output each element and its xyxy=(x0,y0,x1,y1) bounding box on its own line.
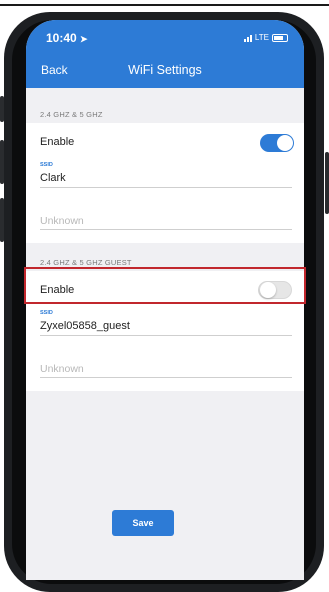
page-title: WiFi Settings xyxy=(128,63,202,77)
mute-switch xyxy=(0,96,4,122)
main-wifi-card: Enable SSID Clark Unknown xyxy=(26,123,304,243)
password-field-main[interactable]: Unknown xyxy=(40,215,84,227)
ssid-underline-main xyxy=(40,187,292,188)
enable-label-main: Enable xyxy=(40,136,75,148)
volume-down-button xyxy=(0,198,4,242)
ssid-label-main: SSID xyxy=(40,162,53,168)
status-indicators: LTE xyxy=(243,33,288,42)
toggle-knob xyxy=(277,135,293,151)
frame-top-border xyxy=(0,4,329,6)
highlight-box xyxy=(24,267,306,304)
carrier-label: LTE xyxy=(254,33,269,42)
ssid-field-guest[interactable]: Zyxel05858_guest xyxy=(40,320,130,332)
password-field-guest[interactable]: Unknown xyxy=(40,363,84,375)
save-button[interactable]: Save xyxy=(112,510,174,536)
ssid-label-guest: SSID xyxy=(40,310,53,316)
ssid-underline-guest xyxy=(40,335,292,336)
status-time: 10:40 ➤ xyxy=(46,31,88,45)
volume-up-button xyxy=(0,140,4,184)
location-arrow-icon: ➤ xyxy=(80,34,88,44)
app-header: 10:40 ➤ LTE Back WiFi Settings xyxy=(26,20,304,88)
section-label-main: 2.4 GHZ & 5 GHZ xyxy=(40,110,103,119)
password-underline-main xyxy=(40,229,292,230)
section-label-guest: 2.4 GHZ & 5 GHZ GUEST xyxy=(40,258,132,267)
battery-icon xyxy=(272,33,288,42)
enable-toggle-main[interactable] xyxy=(260,134,294,152)
ssid-field-main[interactable]: Clark xyxy=(40,172,66,184)
power-button xyxy=(325,152,329,214)
password-underline-guest xyxy=(40,377,292,378)
signal-icon xyxy=(243,34,252,42)
